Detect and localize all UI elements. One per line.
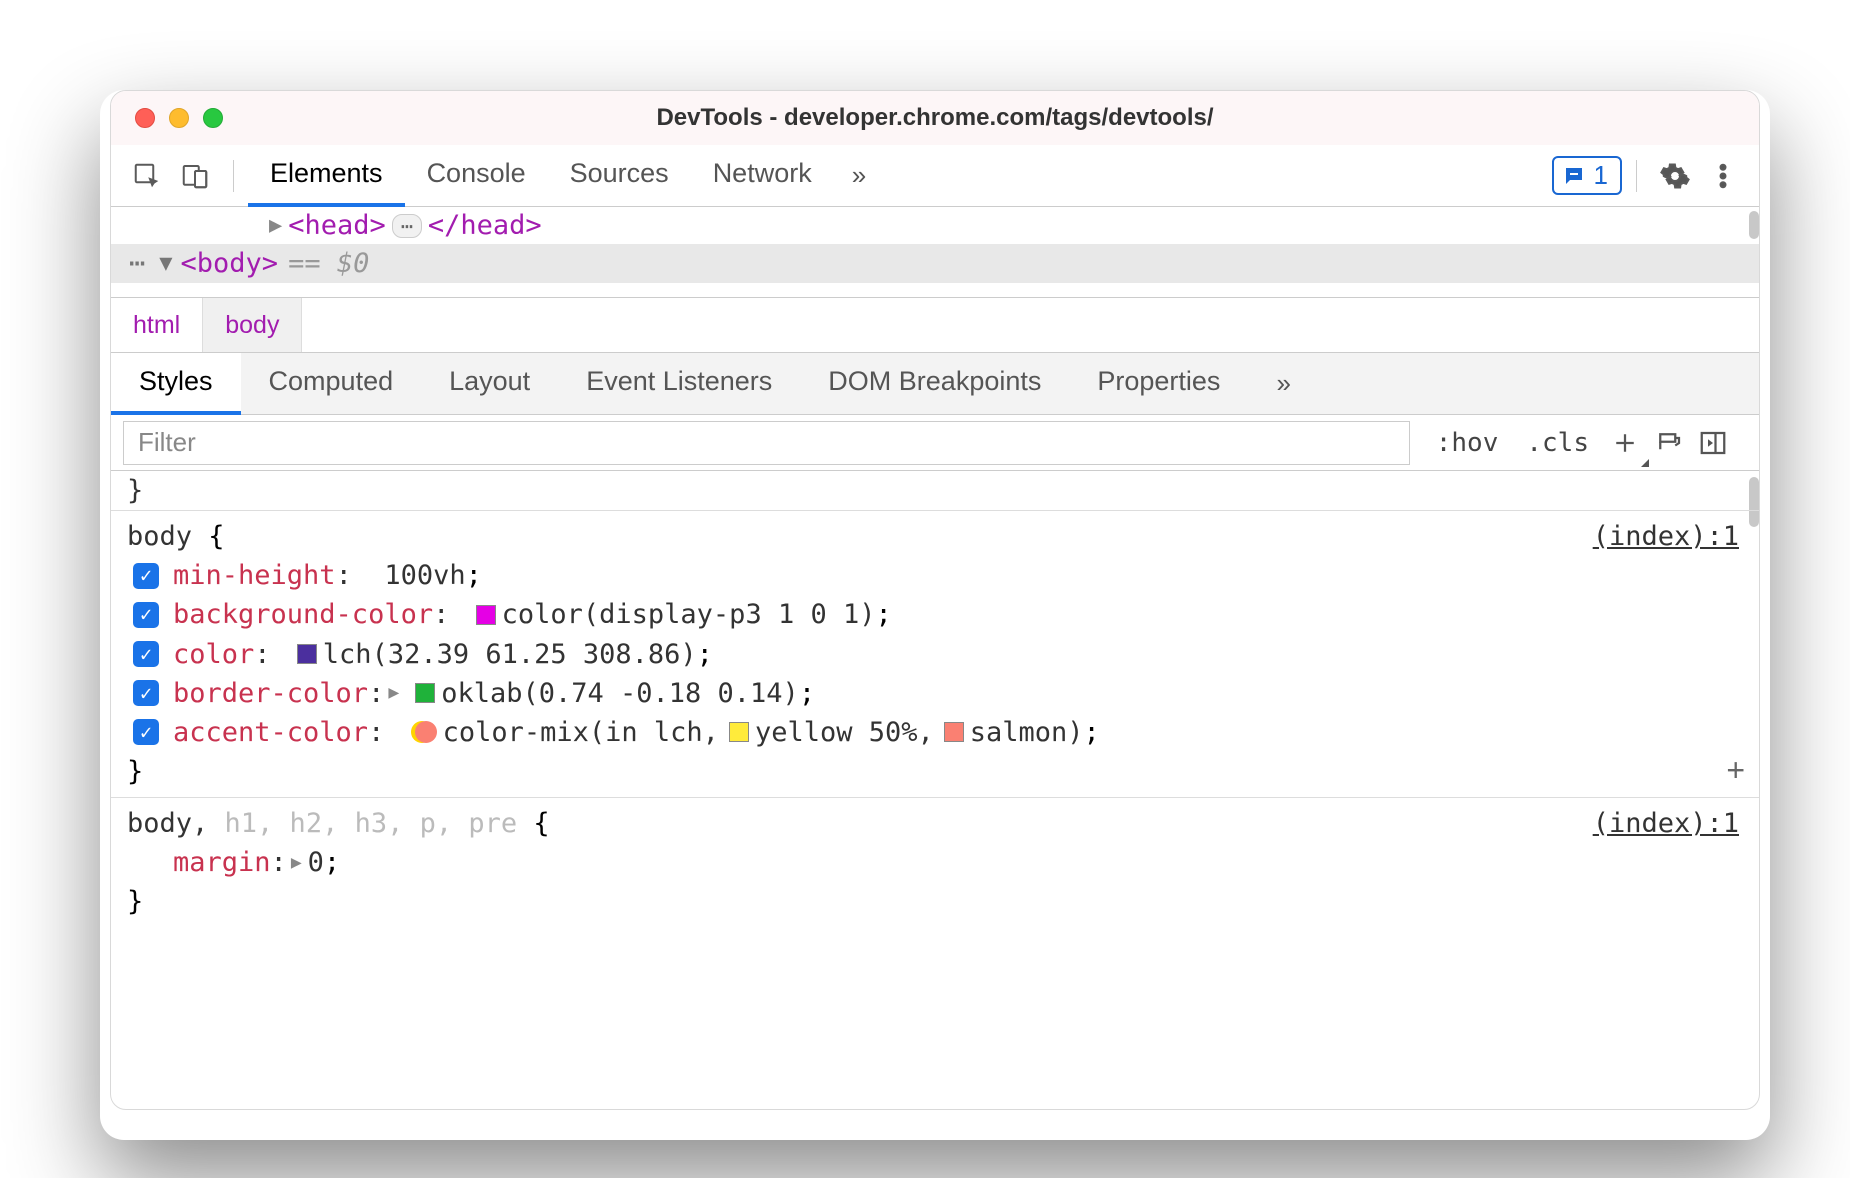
rule-source-link[interactable]: (index):1 xyxy=(1593,804,1739,843)
tab-sources[interactable]: Sources xyxy=(548,145,691,207)
property-name[interactable]: background-color xyxy=(173,595,433,634)
property-name[interactable]: margin xyxy=(173,843,271,882)
declaration[interactable]: border-color: ▶ oklab(0.74 -0.18 0.14); xyxy=(127,674,1743,713)
dom-tree[interactable]: ▶ <head> ⋯ </head> ⋯ ▼ <body> == $0 xyxy=(111,207,1759,297)
main-tabs: Elements Console Sources Network » xyxy=(248,145,884,207)
tab-elements[interactable]: Elements xyxy=(248,145,405,207)
color-swatch-icon[interactable] xyxy=(944,722,964,742)
rule-close-brace: } xyxy=(127,882,1743,921)
maximize-window-button[interactable] xyxy=(203,108,223,128)
subtab-dom-breakpoints[interactable]: DOM Breakpoints xyxy=(800,353,1069,415)
issues-badge[interactable]: 1 xyxy=(1552,156,1622,195)
property-value[interactable]: color-mix(in lch, xyxy=(443,713,719,752)
declaration[interactable]: background-color: color(display-p3 1 0 1… xyxy=(127,595,1743,634)
head-open-tag: <head> xyxy=(288,210,386,241)
body-open-tag: <body> xyxy=(181,248,279,279)
subtab-event-listeners[interactable]: Event Listeners xyxy=(558,353,800,415)
separator xyxy=(1636,160,1637,192)
property-name[interactable]: min-height xyxy=(173,556,336,595)
color-swatch-icon[interactable] xyxy=(729,722,749,742)
styles-panel-tabs: Styles Computed Layout Event Listeners D… xyxy=(111,353,1759,415)
traffic-lights xyxy=(135,108,223,128)
device-toggle-icon[interactable] xyxy=(171,152,219,200)
declaration[interactable]: min-height: 100vh; xyxy=(127,556,1743,595)
toggle-computed-sidebar-icon[interactable] xyxy=(1691,421,1735,465)
declaration[interactable]: margin: ▶ 0; xyxy=(127,843,1743,882)
collapsed-content-icon[interactable]: ⋯ xyxy=(392,214,422,238)
rule-close-brace: } xyxy=(127,752,1743,791)
style-rule[interactable]: body { (index):1 min-height: 100vh; back… xyxy=(111,510,1759,797)
collapse-arrow-icon[interactable]: ▼ xyxy=(159,251,172,276)
new-style-rule-icon[interactable] xyxy=(1603,421,1647,465)
style-rule[interactable]: body, h1, h2, h3, p, pre { (index):1 mar… xyxy=(111,797,1759,927)
head-close-tag: </head> xyxy=(428,210,542,241)
crumb-html[interactable]: html xyxy=(111,298,203,352)
color-mix-swatch-icon[interactable] xyxy=(411,719,437,745)
separator xyxy=(233,160,234,192)
prev-rule-close-brace: } xyxy=(111,471,1759,510)
property-name[interactable]: border-color xyxy=(173,674,368,713)
dom-body-line-selected[interactable]: ⋯ ▼ <body> == $0 xyxy=(111,244,1759,283)
minimize-window-button[interactable] xyxy=(169,108,189,128)
tab-console[interactable]: Console xyxy=(405,145,548,207)
styles-rules: } body { (index):1 min-height: 100vh; ba… xyxy=(111,471,1759,1031)
property-value[interactable]: 100vh xyxy=(384,556,465,595)
toggle-hov-button[interactable]: :hov xyxy=(1422,428,1513,458)
close-window-button[interactable] xyxy=(135,108,155,128)
toggle-declaration-checkbox[interactable] xyxy=(133,680,159,706)
property-name[interactable]: accent-color xyxy=(173,713,368,752)
breadcrumb: html body xyxy=(111,297,1759,353)
styles-filter-bar: :hov .cls xyxy=(111,415,1759,471)
issue-icon xyxy=(1562,164,1586,188)
subtab-styles[interactable]: Styles xyxy=(111,353,241,415)
property-value[interactable]: color(display-p3 1 0 1) xyxy=(502,595,876,634)
selected-eq: == xyxy=(288,248,321,279)
expand-shorthand-icon[interactable]: ▶ xyxy=(388,680,399,706)
titlebar: DevTools - developer.chrome.com/tags/dev… xyxy=(111,91,1759,145)
ancestor-ellipsis: ⋯ xyxy=(111,248,159,279)
dom-head-line[interactable]: ▶ <head> ⋯ </head> xyxy=(111,207,1759,244)
issues-count: 1 xyxy=(1594,160,1608,191)
add-declaration-icon[interactable]: + xyxy=(1726,747,1745,793)
rule-selector[interactable]: body xyxy=(127,521,192,552)
property-value[interactable]: oklab(0.74 -0.18 0.14) xyxy=(441,674,799,713)
styles-filter-input[interactable] xyxy=(123,421,1410,465)
more-tabs-icon[interactable]: » xyxy=(834,145,884,207)
property-value[interactable]: 0 xyxy=(308,843,324,882)
color-swatch-icon[interactable] xyxy=(476,605,496,625)
kebab-menu-icon[interactable] xyxy=(1699,152,1747,200)
toggle-declaration-checkbox[interactable] xyxy=(133,719,159,745)
main-toolbar: Elements Console Sources Network » 1 xyxy=(111,145,1759,207)
subtab-computed[interactable]: Computed xyxy=(241,353,422,415)
toggle-declaration-checkbox[interactable] xyxy=(133,563,159,589)
declaration[interactable]: color: lch(32.39 61.25 308.86); xyxy=(127,635,1743,674)
expand-shorthand-icon[interactable]: ▶ xyxy=(291,850,302,876)
subtab-layout[interactable]: Layout xyxy=(421,353,558,415)
tab-network[interactable]: Network xyxy=(691,145,834,207)
toggle-declaration-checkbox[interactable] xyxy=(133,641,159,667)
property-name[interactable]: color xyxy=(173,635,254,674)
rule-source-link[interactable]: (index):1 xyxy=(1593,517,1739,556)
paint-flashing-icon[interactable] xyxy=(1647,421,1691,465)
crumb-body[interactable]: body xyxy=(203,298,302,352)
color-swatch-icon[interactable] xyxy=(297,644,317,664)
selected-var: $0 xyxy=(321,248,370,279)
property-value[interactable]: lch(32.39 61.25 308.86) xyxy=(323,635,697,674)
rule-selector[interactable]: body, h1, h2, h3, p, pre xyxy=(127,808,517,839)
property-value[interactable]: yellow 50%, xyxy=(755,713,934,752)
inspect-element-icon[interactable] xyxy=(123,152,171,200)
more-subtabs-icon[interactable]: » xyxy=(1258,368,1308,399)
expand-arrow-icon[interactable]: ▶ xyxy=(269,213,282,238)
property-value[interactable]: salmon) xyxy=(970,713,1084,752)
toggle-cls-button[interactable]: .cls xyxy=(1512,428,1603,458)
color-swatch-icon[interactable] xyxy=(415,683,435,703)
devtools-window: DevTools - developer.chrome.com/tags/dev… xyxy=(110,90,1760,1110)
declaration[interactable]: accent-color: color-mix(in lch, yellow 5… xyxy=(127,713,1743,752)
window-title: DevTools - developer.chrome.com/tags/dev… xyxy=(111,104,1759,132)
subtab-properties[interactable]: Properties xyxy=(1069,353,1248,415)
settings-icon[interactable] xyxy=(1651,152,1699,200)
toggle-declaration-checkbox[interactable] xyxy=(133,602,159,628)
